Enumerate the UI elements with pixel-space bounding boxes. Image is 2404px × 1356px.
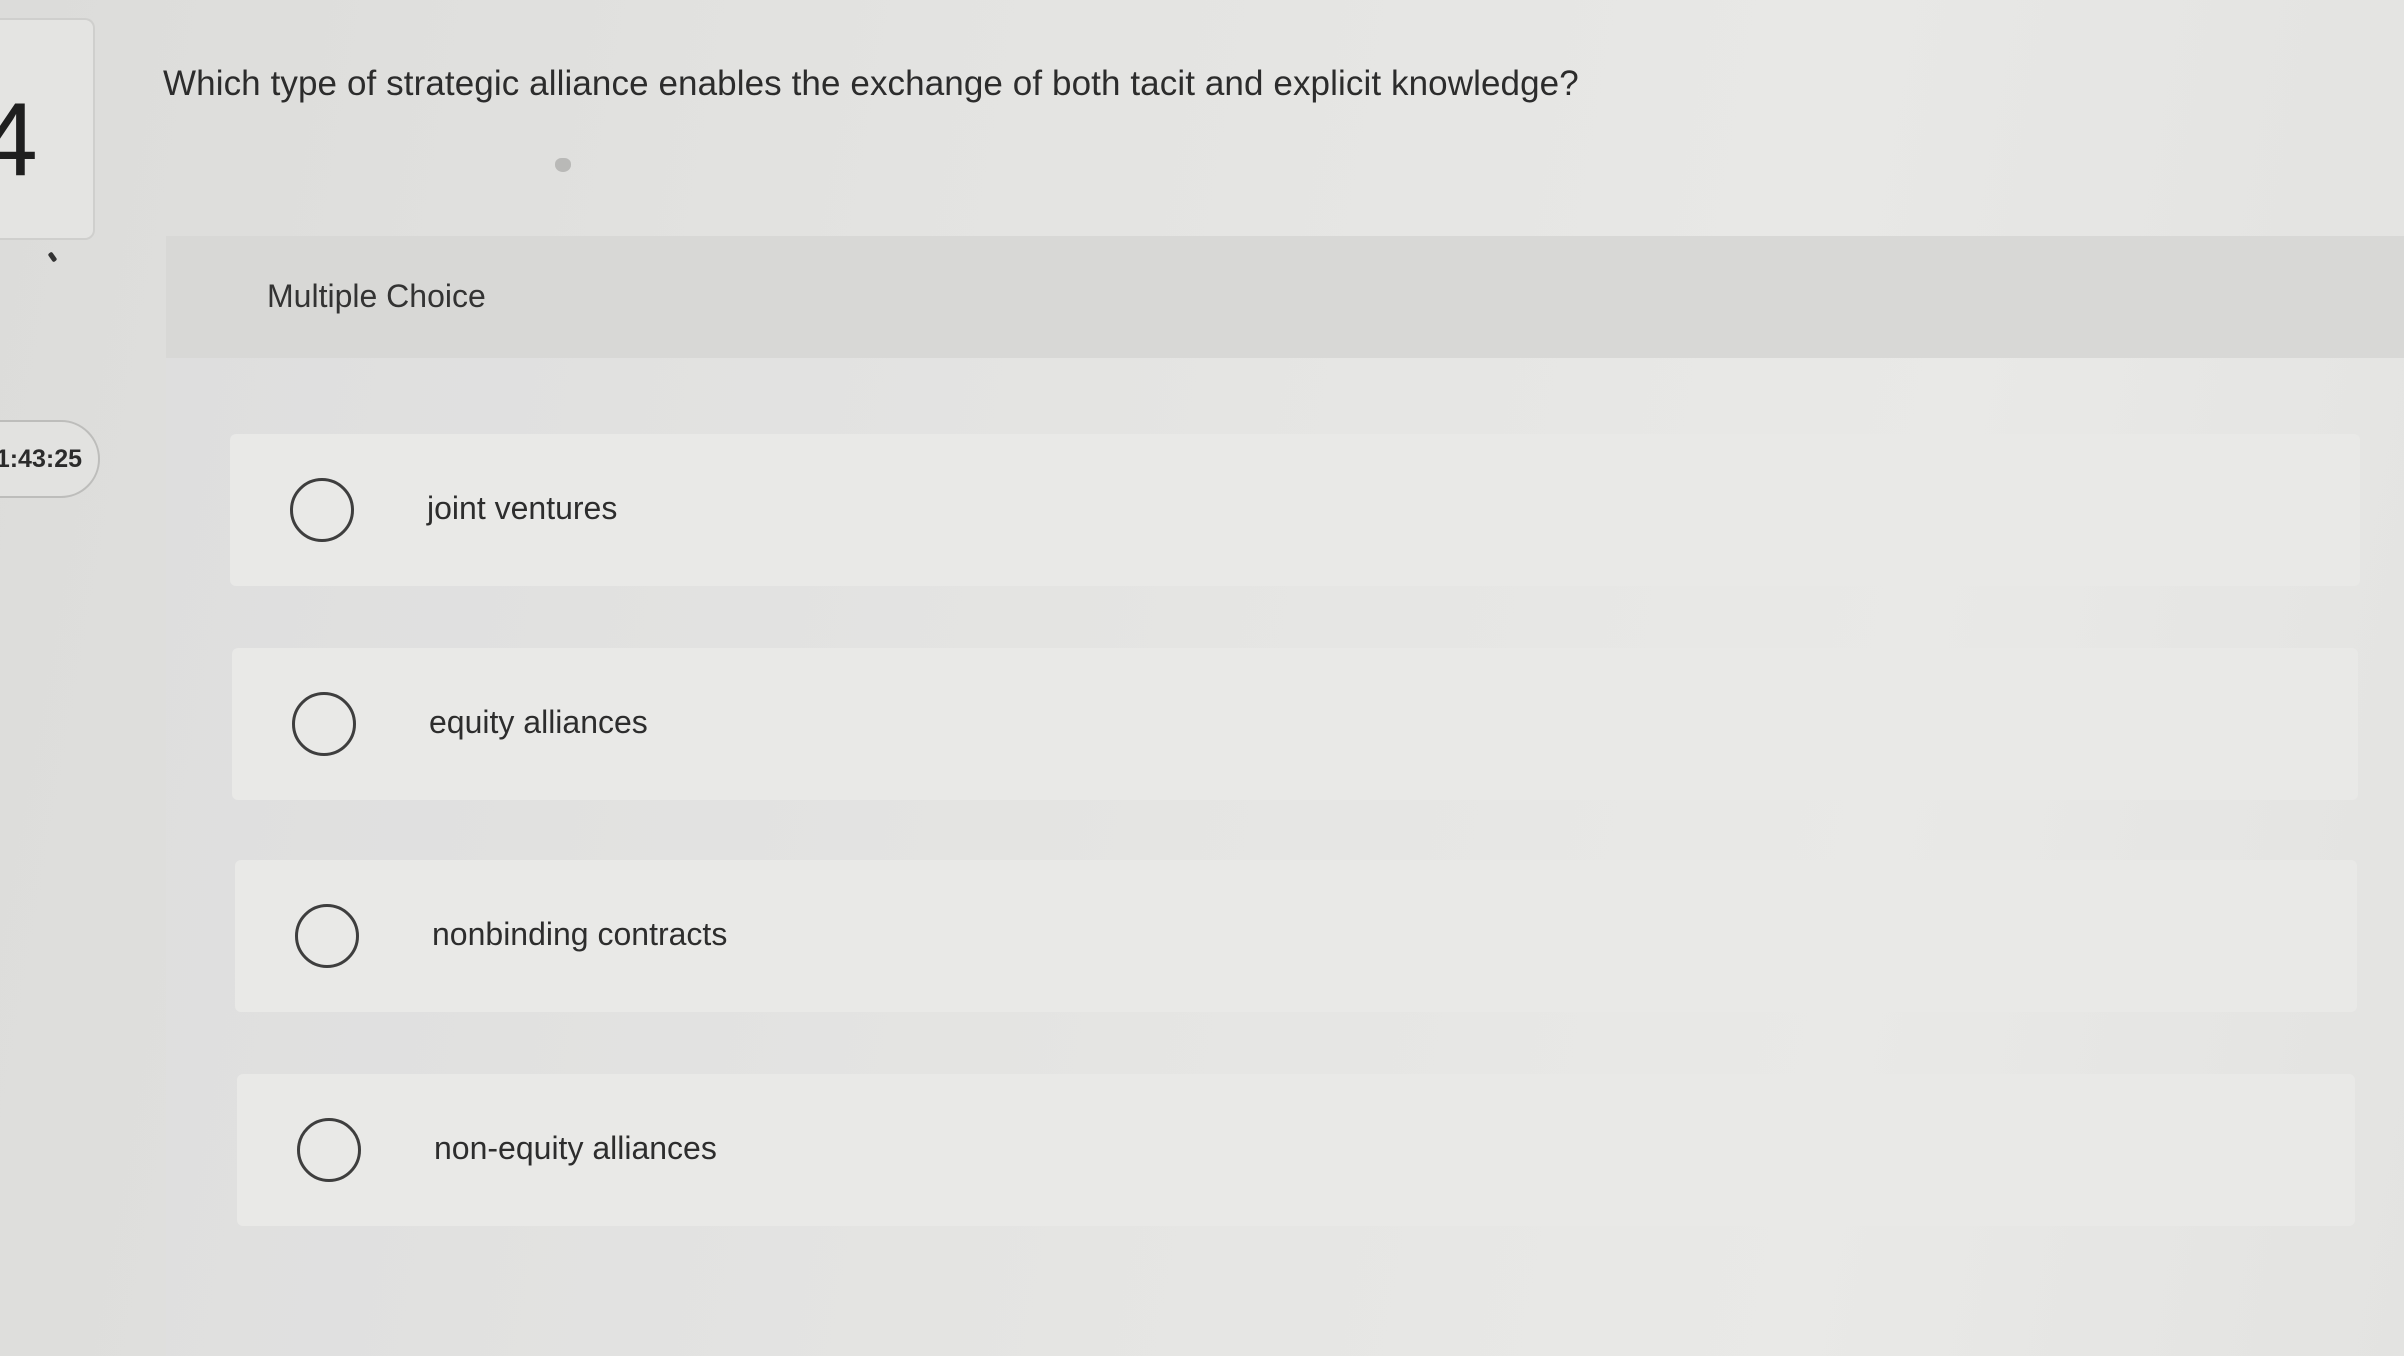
question-number-box: 4 <box>0 18 95 240</box>
question-text: Which type of strategic alliance enables… <box>163 64 1579 103</box>
question-number-marker-icon <box>47 251 58 263</box>
question-number: 4 <box>0 82 38 198</box>
answer-option-label: equity alliances <box>429 704 648 740</box>
answer-option-joint-ventures[interactable]: joint ventures <box>230 434 2360 586</box>
radio-button-icon[interactable] <box>292 692 356 756</box>
answer-option-label: non-equity alliances <box>434 1130 717 1166</box>
radio-button-icon[interactable] <box>290 478 354 542</box>
radio-button-icon[interactable] <box>295 904 359 968</box>
timer-text: 1:43:25 <box>0 444 82 473</box>
question-type-header: Multiple Choice <box>166 236 2404 358</box>
answer-option-non-equity-alliances[interactable]: non-equity alliances <box>237 1074 2355 1226</box>
decorative-dot-icon <box>555 158 571 172</box>
radio-button-icon[interactable] <box>297 1118 361 1182</box>
answer-option-label: joint ventures <box>427 490 618 526</box>
answer-option-nonbinding-contracts[interactable]: nonbinding contracts <box>235 860 2357 1012</box>
answer-option-equity-alliances[interactable]: equity alliances <box>232 648 2358 800</box>
question-type-label: Multiple Choice <box>267 278 486 314</box>
timer-badge: 1:43:25 <box>0 420 100 498</box>
answer-option-label: nonbinding contracts <box>432 916 728 952</box>
